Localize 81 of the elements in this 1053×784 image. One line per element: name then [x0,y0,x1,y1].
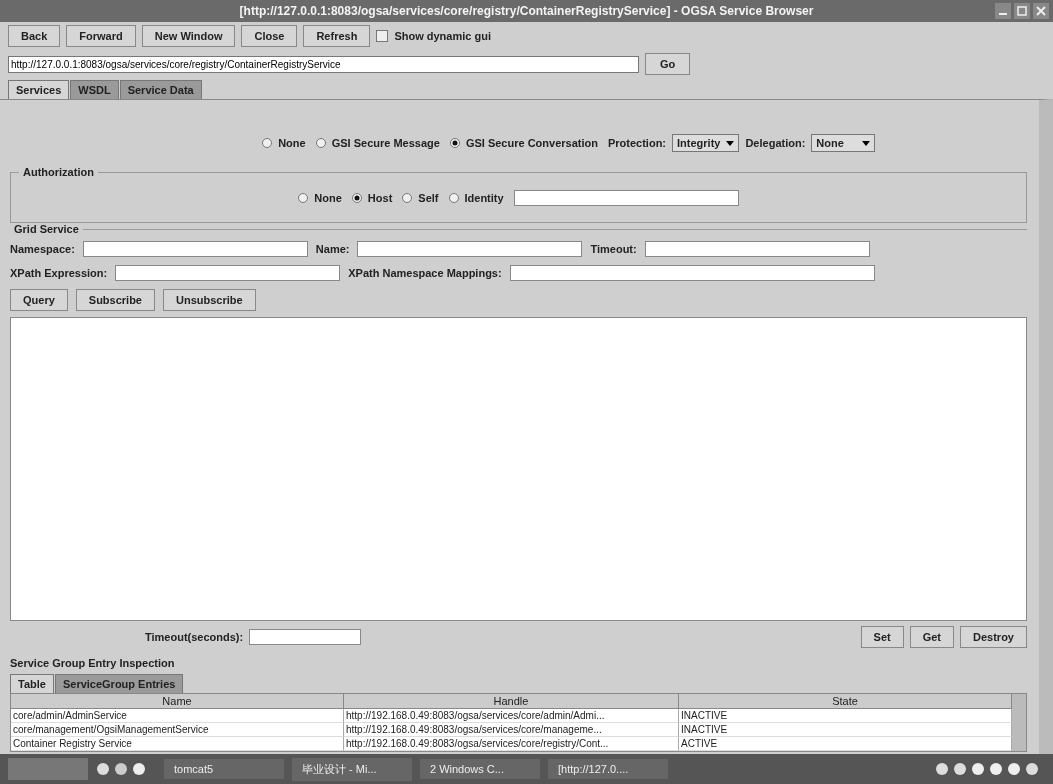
radio-label[interactable]: GSI Secure Message [331,137,440,149]
toolbar-button[interactable]: Refresh [303,25,371,47]
input-field[interactable] [357,241,583,257]
radio-label[interactable]: Self [418,192,439,204]
action-button[interactable]: Subscribe [75,289,155,311]
radio-label[interactable]: Host [367,192,393,204]
lifetime-button[interactable]: Set [860,626,904,648]
maximize-button[interactable] [1014,3,1030,19]
tab[interactable]: Table [10,674,54,693]
delegation-dropdown[interactable]: None [811,134,875,152]
table-cell: core/management/OgsiManagementService [11,723,344,737]
tab[interactable]: ServiceGroup Entries [54,674,184,693]
input-field[interactable] [82,241,308,257]
field-label: Namespace: [10,243,75,255]
radio-button[interactable] [315,138,326,148]
table-cell: http://192.168.0.49:8083/ogsa/services/core/manageme... [344,723,679,737]
radio-button[interactable] [298,193,309,203]
column-header[interactable]: State [679,694,1012,709]
action-button[interactable]: Query [10,289,68,311]
column-header[interactable]: Name [11,694,344,709]
table-cell: http://192.168.0.49:8083/ogsa/services/core/admin/Admi... [344,709,679,723]
radio-label[interactable]: Identity [464,192,504,204]
radio-button[interactable] [262,138,273,148]
protection-label: Protection: [607,137,666,149]
checkbox[interactable] [376,30,389,42]
radio-button[interactable] [449,138,460,148]
close-icon [1036,6,1046,16]
radio-button[interactable] [351,193,362,203]
tab[interactable]: Service Data [119,80,202,99]
input-field[interactable] [115,265,341,281]
table-cell: ACTIVE [679,737,1012,751]
radio-label[interactable]: None [314,192,342,204]
protection-dropdown[interactable]: Integrity [672,134,740,152]
minimize-button[interactable] [995,3,1011,19]
start-button[interactable] [8,758,88,780]
delegation-label: Delegation: [745,137,806,149]
identity-field[interactable] [513,190,739,206]
table-cell: http://192.168.0.49:8083/ogsa/services/core/registry/Cont... [344,737,679,751]
lifetime-button[interactable]: Destroy [960,626,1027,648]
timeout-label: Timeout(seconds): [145,631,244,643]
lifetime-button[interactable]: Get [909,626,955,648]
timeout-field[interactable] [249,629,362,645]
input-field[interactable] [509,265,875,281]
taskbar-item[interactable]: 2 Windows C... [420,759,540,779]
taskbar-item[interactable]: tomcat5 [164,759,284,779]
section-title: Service Group Entry Inspection [10,656,176,671]
maximize-icon [1017,6,1027,16]
group-title: Authorization [22,166,95,178]
field-label: Timeout: [590,243,637,255]
group-title: Grid Service [13,223,80,235]
minimize-icon [999,13,1007,15]
checkbox-label[interactable]: Show dynamic gui [394,30,491,42]
action-button[interactable]: Unsubscribe [163,289,256,311]
scrollbar[interactable] [1012,694,1026,751]
window-title: [http://127.0.0.1:8083/ogsa/services/core/registry/ContainerRegistryService] - OGSA Service Browser [239,4,814,18]
toolbar-button[interactable]: Back [8,25,61,47]
caret-icon [861,140,870,146]
radio-button[interactable] [448,193,459,203]
go-button[interactable]: Go [645,53,691,75]
toolbar-button[interactable]: Forward [66,25,136,47]
tab[interactable]: Services [8,80,70,99]
address-field[interactable]: http://127.0.0.1:8083/ogsa/services/core/registry/ContainerRegistryService [8,55,639,73]
table-cell: Container Registry Service [11,737,344,751]
toolbar-button[interactable]: New Window [141,25,236,47]
input-field[interactable] [644,241,870,257]
close-button[interactable] [1033,3,1049,19]
radio-label[interactable]: None [278,137,306,149]
field-label: XPath Expression: [10,267,108,279]
table-cell: core/admin/AdminService [11,709,344,723]
table-cell: INACTIVE [679,709,1012,723]
radio-label[interactable]: GSI Secure Conversation [465,137,598,149]
table-cell: INACTIVE [679,723,1012,737]
tab[interactable]: WSDL [70,80,119,99]
toolbar-button[interactable]: Close [241,25,298,47]
field-label: XPath Namespace Mappings: [348,267,502,279]
column-header[interactable]: Handle [344,694,679,709]
radio-button[interactable] [402,193,413,203]
field-label: Name: [315,243,350,255]
taskbar-item[interactable]: [http://127.0.... [548,759,668,779]
caret-icon [726,140,735,146]
taskbar-item[interactable]: 毕业设计 - Mi... [292,757,412,781]
